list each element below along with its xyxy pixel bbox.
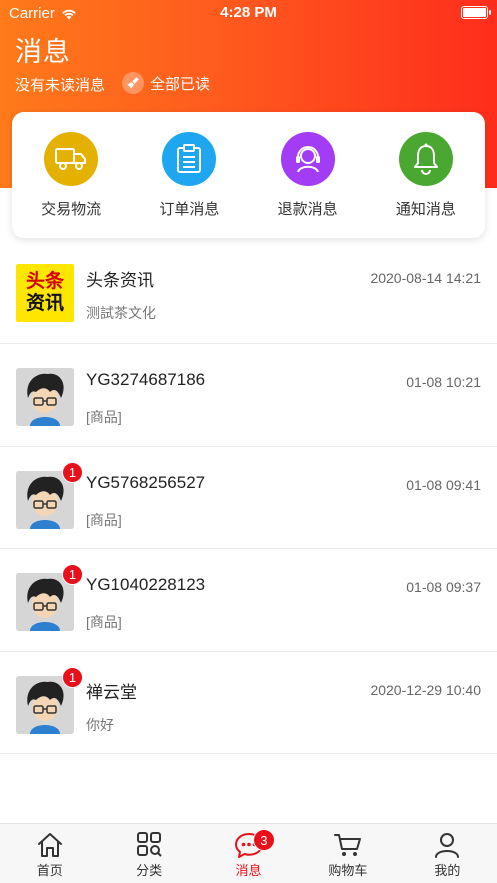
- tab-profile[interactable]: 我的: [398, 824, 497, 883]
- support-agent-icon: [280, 132, 335, 186]
- unread-status: 没有未读消息: [15, 77, 106, 94]
- message-time: 01-08 10:21: [406, 374, 481, 390]
- message-time: 2020-08-14 14:21: [370, 270, 481, 286]
- broom-icon: [122, 72, 144, 94]
- message-preview: [商品]: [86, 614, 122, 630]
- mark-all-read-label: 全部已读: [150, 75, 211, 93]
- tab-label: 首页: [36, 863, 63, 878]
- clipboard-icon: [162, 132, 217, 186]
- message-title: YG5768256527: [86, 472, 206, 492]
- message-title: 禅云堂: [86, 682, 137, 702]
- news-logo: 头条 资讯: [16, 264, 74, 322]
- news-logo-bottom-text: 资讯: [25, 293, 64, 314]
- tab-bar: 首页 分类 消息 3 购物车 我的: [0, 823, 497, 883]
- category-label: 通知消息: [395, 201, 456, 218]
- status-bar: Carrier 4:28 PM: [0, 0, 497, 26]
- page-title: 消息: [15, 37, 71, 67]
- message-row[interactable]: 头条 资讯 头条资讯 测試茶文化 2020-08-14 14:21: [0, 240, 497, 344]
- cart-icon: [333, 834, 361, 856]
- message-time: 01-08 09:37: [406, 579, 481, 595]
- user-icon: [435, 833, 460, 858]
- tab-label: 我的: [434, 863, 461, 878]
- message-title: 头条资讯: [86, 271, 154, 290]
- avatar: [16, 368, 74, 426]
- message-list: 头条 资讯 头条资讯 测試茶文化 2020-08-14 14:21 YG3274…: [0, 240, 497, 754]
- category-icon: [137, 832, 162, 857]
- category-orders[interactable]: 订单消息: [130, 112, 248, 238]
- home-icon: [37, 833, 62, 857]
- avatar: 1: [16, 666, 83, 734]
- unread-badge: 1: [62, 666, 83, 688]
- category-refunds[interactable]: 退款消息: [249, 112, 367, 238]
- category-logistics[interactable]: 交易物流: [12, 112, 130, 238]
- news-logo-top-text: 头条: [25, 271, 64, 292]
- bell-icon: [398, 132, 453, 186]
- unread-badge: 1: [62, 461, 83, 483]
- avatar: 1: [16, 564, 83, 631]
- category-label: 交易物流: [41, 201, 102, 218]
- battery-icon: [461, 6, 491, 19]
- tab-unread-badge: 3: [252, 829, 275, 851]
- message-row[interactable]: 1 禅云堂 你好 2020-12-29 10:40: [0, 652, 497, 754]
- messages-screen: Carrier 4:28 PM 消息 没有未读消息 全部已读 交易物流 订单消息…: [0, 0, 497, 883]
- message-preview: [商品]: [86, 409, 122, 425]
- status-time: 4:28 PM: [220, 4, 277, 21]
- mark-all-read-button[interactable]: 全部已读: [122, 72, 210, 94]
- message-title: YG1040228123: [86, 575, 206, 594]
- unread-badge: 1: [62, 564, 83, 585]
- category-label: 退款消息: [277, 201, 338, 218]
- category-notifications[interactable]: 通知消息: [367, 112, 485, 238]
- message-title: YG3274687186: [86, 370, 206, 389]
- truck-icon: [44, 132, 99, 186]
- tab-home[interactable]: 首页: [0, 824, 99, 883]
- avatar: 1: [16, 461, 83, 529]
- message-category-card: 交易物流 订单消息 退款消息 通知消息: [12, 112, 485, 238]
- message-preview: [商品]: [86, 511, 122, 528]
- tab-label: 购物车: [328, 863, 368, 878]
- tab-messages[interactable]: 消息 3: [199, 824, 298, 883]
- message-row[interactable]: 1 YG5768256527 [商品] 01-08 09:41: [0, 447, 497, 549]
- message-preview: 你好: [86, 716, 114, 733]
- tab-label: 分类: [136, 863, 163, 878]
- message-row[interactable]: 1 YG1040228123 [商品] 01-08 09:37: [0, 549, 497, 652]
- tab-cart[interactable]: 购物车: [298, 824, 397, 883]
- message-time: 2020-12-29 10:40: [370, 681, 481, 698]
- message-time: 01-08 09:41: [406, 476, 481, 493]
- message-preview: 测試茶文化: [86, 305, 156, 321]
- tab-category[interactable]: 分类: [99, 824, 198, 883]
- message-row[interactable]: YG3274687186 [商品] 01-08 10:21: [0, 344, 497, 447]
- category-label: 订单消息: [159, 201, 220, 218]
- tab-label: 消息: [235, 863, 262, 878]
